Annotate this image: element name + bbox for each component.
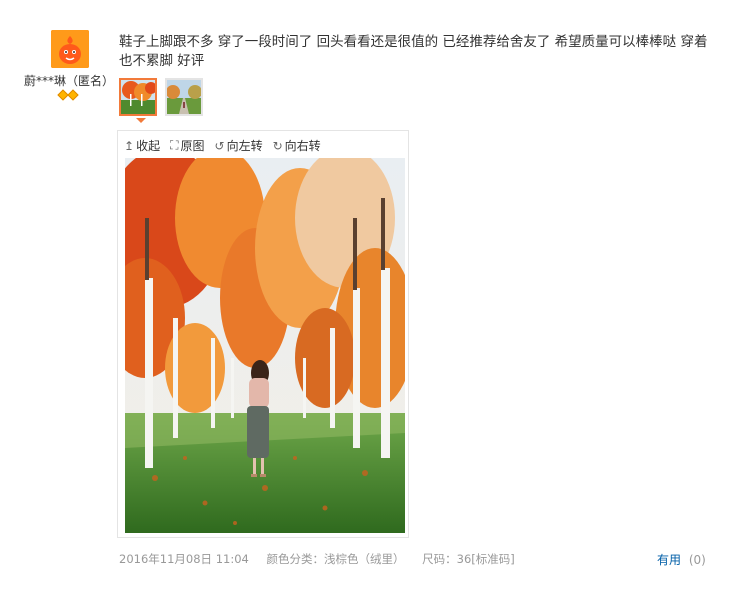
- product-size: 尺码：36[标准码]: [422, 552, 515, 566]
- rotate-left-button[interactable]: ↺ 向左转: [215, 137, 263, 154]
- helpful-vote: 有用 (0): [657, 551, 706, 568]
- thumbnail-pointer: [136, 118, 146, 123]
- helpful-button[interactable]: 有用: [657, 553, 681, 567]
- thumbnail-image-autumn-trees: [121, 80, 155, 114]
- product-color: 颜色分类：浅棕色（绒里）: [266, 552, 405, 566]
- review-photo[interactable]: [125, 158, 405, 533]
- thumbnail-1[interactable]: [119, 78, 157, 116]
- diamond-rank-icon: [57, 89, 79, 101]
- collapse-arrow-icon: ↥: [124, 138, 135, 153]
- collapse-button[interactable]: ↥ 收起: [124, 137, 160, 154]
- rotate-right-button[interactable]: ↻ 向右转: [273, 137, 321, 154]
- image-viewer: ↥ 收起 ⛶ 原图 ↺ 向左转 ↻ 向右转: [117, 130, 409, 538]
- review-date: 2016年11月08日 11:04: [119, 552, 249, 566]
- user-avatar: [51, 30, 89, 68]
- viewer-toolbar: ↥ 收起 ⛶ 原图 ↺ 向左转 ↻ 向右转: [124, 137, 321, 154]
- thumbnail-image-road: [167, 80, 201, 114]
- autumn-photo-image: [125, 158, 405, 533]
- review-meta: 2016年11月08日 11:04 颜色分类：浅棕色（绒里） 尺码：36[标准码…: [119, 551, 529, 567]
- rotate-right-icon: ↻: [272, 138, 283, 153]
- thumbnail-2[interactable]: [165, 78, 203, 116]
- review-thumbnails: [119, 78, 203, 116]
- original-image-button[interactable]: ⛶ 原图: [170, 137, 204, 154]
- helpful-count: (0): [688, 553, 706, 567]
- rotate-left-icon: ↺: [214, 138, 225, 153]
- review-text: 鞋子上脚跟不多 穿了一段时间了 回头看看还是很值的 已经推荐给舍友了 希望质量可…: [119, 34, 708, 69]
- username: 蔚***琳（匿名）: [24, 74, 115, 88]
- jd-mascot-avatar-icon: [51, 30, 89, 68]
- expand-icon: ⛶: [170, 138, 179, 152]
